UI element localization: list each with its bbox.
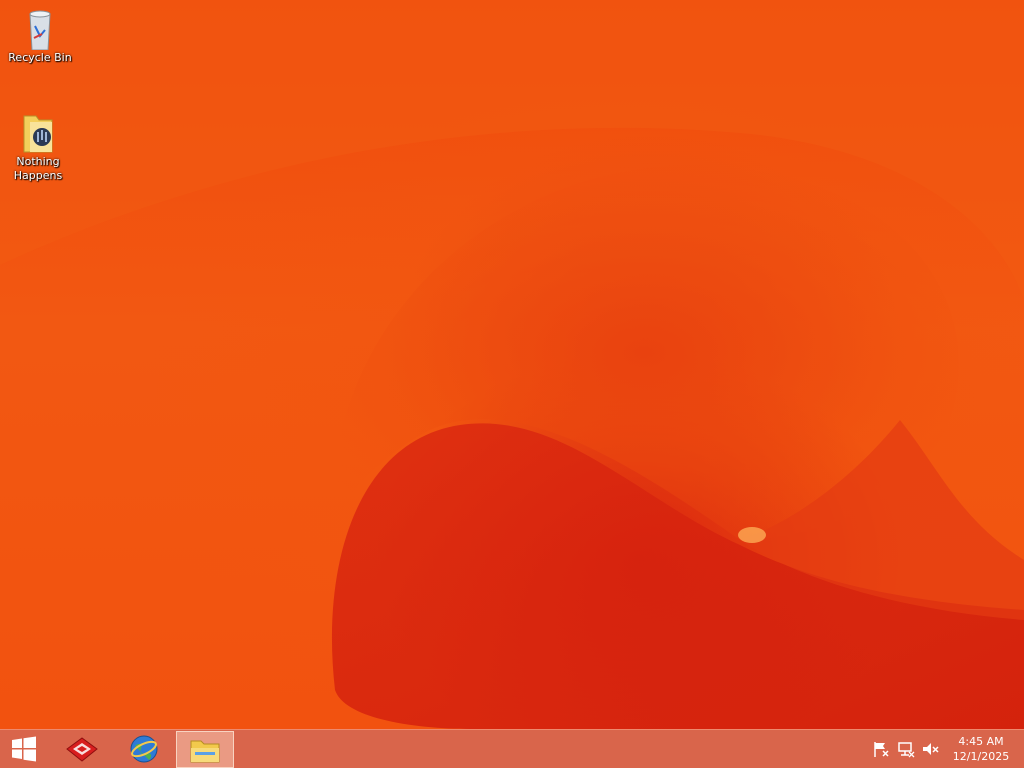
action-center-flag-icon[interactable] <box>872 740 890 758</box>
globe-browser-icon <box>130 735 158 763</box>
red-diamond-app-icon <box>66 737 98 762</box>
clock-date: 12/1/2025 <box>952 750 1010 763</box>
desktop-background: Recycle Bin Nothing Happens <box>0 0 1024 729</box>
file-explorer-icon <box>190 740 220 762</box>
wallpaper-swirl <box>0 0 1024 729</box>
taskbar-app-file-explorer[interactable] <box>176 731 234 768</box>
music-folder-icon <box>23 115 53 153</box>
desktop-icon-label: Recycle Bin <box>8 51 72 64</box>
desktop-icon-label: Nothing Happens <box>13 155 63 182</box>
taskbar-clock[interactable]: 4:45 AM 12/1/2025 <box>946 734 1016 764</box>
desktop-icon-nothing-happens[interactable]: Nothing Happens <box>2 110 74 183</box>
taskbar-app-browser[interactable] <box>118 730 170 768</box>
volume-muted-icon[interactable] <box>921 740 939 758</box>
taskbar: 4:45 AM 12/1/2025 <box>0 729 1024 768</box>
network-icon[interactable] <box>897 740 915 758</box>
recycle-bin-icon <box>29 10 51 50</box>
clock-time: 4:45 AM <box>958 735 1004 748</box>
desktop-icon-recycle-bin[interactable]: Recycle Bin <box>4 6 76 65</box>
windows-logo-icon <box>12 736 36 762</box>
taskbar-app-red-diamond[interactable] <box>56 730 108 768</box>
start-button[interactable] <box>0 730 48 768</box>
